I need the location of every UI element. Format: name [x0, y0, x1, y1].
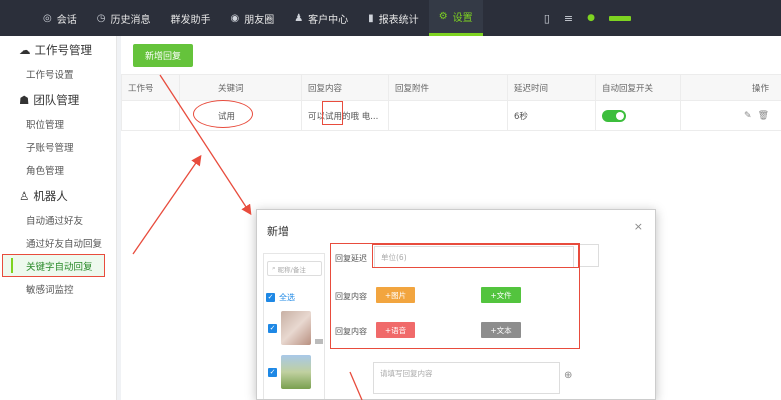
check-icon: ✓: [266, 293, 275, 302]
sidebar-item-positions[interactable]: 职位管理: [0, 112, 116, 135]
sidebar-item-accept-reply[interactable]: 通过好友自动回复: [0, 231, 116, 254]
cell-content: 可以试用的哦 电...: [301, 100, 389, 131]
auto-reply-toggle[interactable]: [602, 109, 626, 122]
add-file-button[interactable]: +文件: [481, 287, 521, 303]
contact-item[interactable]: ✓: [268, 311, 323, 345]
sidebar-group-account[interactable]: ☁ 工作号管理: [0, 38, 116, 62]
cell-delay: 6秒: [507, 100, 596, 131]
robot-icon: ♙: [19, 189, 30, 203]
col-attachment: 回复附件: [388, 74, 508, 101]
col-account: 工作号: [121, 74, 180, 101]
add-voice-button[interactable]: +语音: [376, 322, 415, 338]
team-icon: ☗: [19, 93, 30, 107]
col-keyword: 关键词: [179, 74, 302, 101]
col-actions: 操作: [680, 74, 781, 101]
moments-icon: ◉: [230, 12, 240, 24]
sidebar-item-sensitive-words[interactable]: 敏感词监控: [0, 277, 116, 300]
contact-search-input[interactable]: ⌕ 昵称/备注: [267, 261, 322, 276]
sidebar-item-keyword-reply[interactable]: 关键字自动回复: [2, 254, 105, 277]
gear-icon: ⚙: [438, 11, 448, 22]
delay-label: 回复延迟: [335, 254, 367, 263]
cell-account: [121, 100, 180, 131]
chat-icon: ◎: [43, 12, 52, 24]
sidebar-item-sub-accounts[interactable]: 子账号管理: [0, 135, 116, 158]
top-right-tools: ▯ ≡ ●: [544, 0, 631, 36]
annotation-circle-keyword: [193, 100, 253, 128]
cell-switch: [595, 100, 681, 131]
content-label-2: 回复内容: [335, 327, 367, 336]
book-icon[interactable]: ▯: [544, 12, 550, 25]
bar-chart-icon: ▮: [368, 12, 374, 24]
delay-input[interactable]: 单位(6): [374, 246, 574, 268]
avatar: [281, 355, 311, 389]
database-icon[interactable]: ≡: [564, 12, 573, 25]
user-name-masked[interactable]: [609, 15, 631, 21]
nav-settings[interactable]: ⚙ 设置: [428, 0, 483, 36]
nav-chat[interactable]: ◎ 会话: [33, 0, 87, 36]
add-image-button[interactable]: +图片: [376, 287, 415, 303]
add-circle-icon[interactable]: ⊕: [564, 370, 572, 381]
sidebar: ☁ 工作号管理 工作号设置 ☗ 团队管理 职位管理 子账号管理 角色管理 ♙ 机器人 …: [0, 36, 117, 400]
sidebar-group-robot[interactable]: ♙ 机器人: [0, 184, 116, 208]
search-icon: ⌕: [272, 264, 276, 272]
trash-icon[interactable]: 🗑: [758, 111, 769, 121]
nav-reports[interactable]: ▮ 报表统计: [358, 0, 429, 36]
reply-form-area: 回复延迟 单位(6) 回复内容 +图片 +文件 回复内容 +语音 +文本: [330, 243, 580, 349]
nav-customers[interactable]: ♟ 客户中心: [284, 0, 358, 36]
add-text-button[interactable]: +文本: [481, 322, 521, 338]
user-icon: ♟: [294, 12, 304, 24]
add-reply-modal: 新增 × ⌕ 昵称/备注 ✓ 全选 ✓ ✓ 回复延迟 单位(6) 回复内容 +图片 …: [256, 209, 656, 400]
cell-actions: ✎ 🗑: [680, 100, 781, 131]
user-avatar-icon[interactable]: ●: [587, 13, 595, 23]
modal-title: 新增: [267, 225, 289, 238]
edit-icon[interactable]: ✎: [744, 111, 752, 121]
delay-input-extension: [580, 244, 599, 267]
close-icon[interactable]: ×: [634, 220, 643, 233]
nav-history[interactable]: ◷ 历史消息: [87, 0, 161, 36]
top-nav-bar: ◎ 会话 ◷ 历史消息 群发助手 ◉ 朋友圈 ♟ 客户中心 ▮ 报表统计 ⚙ 设置 ▯ ≡ …: [0, 0, 781, 36]
sidebar-item-auto-accept[interactable]: 自动通过好友: [0, 208, 116, 231]
sidebar-item-account-settings[interactable]: 工作号设置: [0, 62, 116, 85]
contact-item[interactable]: ✓: [268, 355, 311, 389]
col-switch: 自动回复开关: [595, 74, 681, 101]
content-label-1: 回复内容: [335, 292, 367, 301]
col-delay: 延迟时间: [507, 74, 596, 101]
avatar: [281, 311, 311, 345]
wechat-icon: ☁: [19, 43, 31, 57]
select-all-checkbox[interactable]: ✓ 全选: [266, 292, 295, 303]
clock-icon: ◷: [96, 12, 106, 24]
reply-content-input[interactable]: 请填写回复内容: [373, 362, 560, 394]
sidebar-item-roles[interactable]: 角色管理: [0, 158, 116, 181]
annotation-box-content: [322, 101, 343, 125]
nav-moments[interactable]: ◉ 朋友圈: [220, 0, 284, 36]
col-content: 回复内容: [301, 74, 389, 101]
check-icon: ✓: [268, 323, 277, 333]
contact-list-panel: ⌕ 昵称/备注 ✓ 全选 ✓ ✓: [263, 253, 325, 399]
check-icon: ✓: [268, 367, 277, 377]
nav-mass-send[interactable]: 群发助手: [160, 0, 220, 36]
sidebar-group-team[interactable]: ☗ 团队管理: [0, 88, 116, 112]
add-reply-button[interactable]: 新增回复: [133, 44, 193, 67]
table-header-row: 工作号 关键词 回复内容 回复附件 延迟时间 自动回复开关 操作: [121, 74, 781, 101]
cell-attachment: [388, 100, 508, 131]
